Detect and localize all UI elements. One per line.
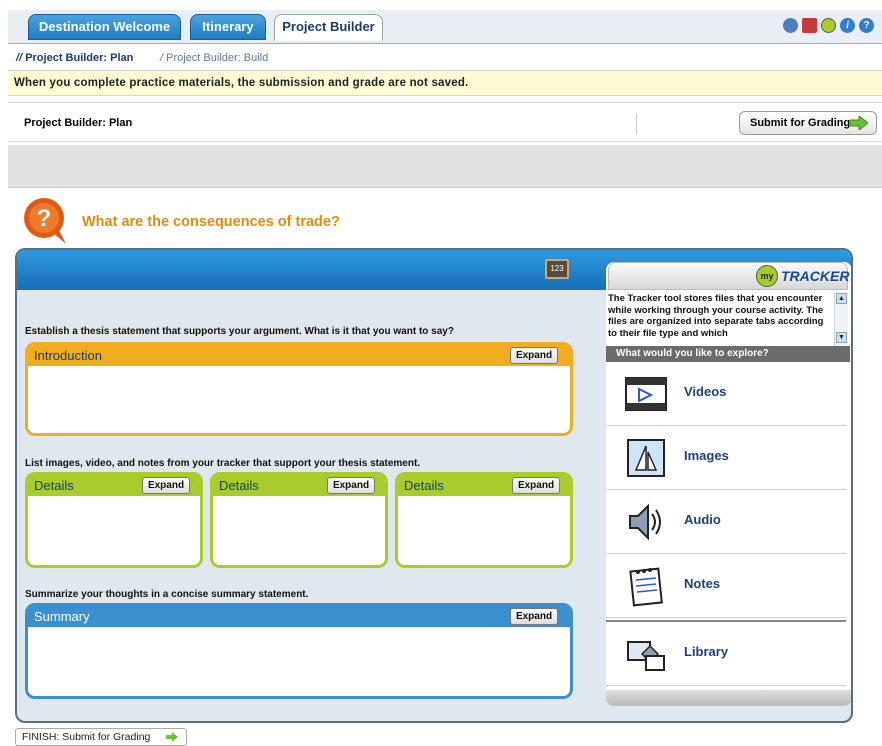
details-field-2[interactable]	[213, 496, 385, 565]
slash-icon: /	[160, 52, 164, 64]
expand-summary-button[interactable]: Expand	[510, 608, 558, 625]
subnav-build[interactable]: / Project Builder: Build	[160, 52, 268, 64]
arrow-right-icon	[166, 732, 178, 742]
tab-destination-welcome[interactable]: Destination Welcome	[28, 14, 181, 40]
summary-instruction: Summarize your thoughts in a concise sum…	[25, 589, 309, 600]
details-box-1: Details Expand	[25, 472, 203, 568]
tracker-title: TRACKER	[781, 268, 850, 284]
summary-box: Summary Expand	[25, 603, 573, 699]
project-builder-panel: 123 Establish a thesis statement that su…	[15, 248, 853, 723]
subnav-plan-label: Project Builder: Plan	[25, 52, 134, 64]
audio-icon	[629, 503, 661, 541]
plan-title: Project Builder: Plan	[24, 117, 133, 129]
details-label-2: Details	[219, 478, 259, 493]
my-badge-icon: my	[756, 265, 778, 287]
details-field-1[interactable]	[28, 496, 200, 565]
question-title: What are the consequences of trade?	[82, 214, 340, 230]
book-icon[interactable]	[802, 18, 817, 33]
introduction-field[interactable]	[28, 366, 570, 433]
svg-text:?: ?	[37, 205, 52, 232]
introduction-header: Introduction	[28, 345, 570, 366]
arrow-right-icon	[850, 116, 868, 130]
slash-icon: //	[16, 52, 23, 64]
people-icon[interactable]	[783, 18, 798, 33]
tracker-item-label: Library	[684, 644, 729, 659]
video-icon	[625, 377, 667, 411]
thesis-instruction: Establish a thesis statement that suppor…	[25, 326, 454, 337]
tracker-item-images[interactable]: Images	[606, 426, 846, 490]
tracker-item-label: Videos	[684, 384, 727, 399]
submit-for-grading-button[interactable]: Submit for Grading	[739, 111, 877, 135]
notes-icon	[629, 567, 663, 607]
info-icon[interactable]: i	[840, 18, 855, 33]
tracker-item-videos[interactable]: Videos	[606, 362, 846, 426]
practice-notice: When you complete practice materials, th…	[8, 71, 882, 96]
expand-details-2-button[interactable]: Expand	[327, 477, 375, 494]
introduction-box: Introduction Expand	[25, 342, 573, 436]
finish-submit-button[interactable]: FINISH: Submit for Grading	[15, 728, 187, 746]
details-field-3[interactable]	[398, 496, 570, 565]
finish-label: FINISH: Submit for Grading	[22, 731, 151, 743]
tracker-footer	[606, 690, 851, 706]
tracker-panel: my TRACKER The Tracker tool stores files…	[606, 262, 851, 706]
help-icon[interactable]: ?	[859, 18, 874, 33]
details-instruction: List images, video, and notes from your …	[25, 458, 421, 469]
summary-field[interactable]	[28, 627, 570, 696]
expand-details-1-button[interactable]: Expand	[142, 477, 190, 494]
subnav-build-label: Project Builder: Build	[166, 52, 269, 64]
tab-project-builder[interactable]: Project Builder	[274, 14, 383, 41]
expand-introduction-button[interactable]: Expand	[510, 347, 558, 364]
tracker-item-label: Notes	[684, 576, 721, 591]
details-label-3: Details	[404, 478, 444, 493]
summary-header: Summary	[28, 606, 570, 627]
tracker-item-library[interactable]: Library	[606, 620, 846, 686]
tracker-item-label: Images	[684, 448, 729, 463]
details-box-3: Details Expand	[395, 472, 573, 568]
submit-label: Submit for Grading	[750, 117, 851, 129]
subnav-plan[interactable]: // Project Builder: Plan	[16, 52, 133, 64]
tracker-scrollbar[interactable]: ▲ ▼	[834, 292, 848, 346]
summary-label: Summary	[34, 609, 90, 624]
tracker-header: my TRACKER	[608, 262, 850, 290]
plan-toolbar: Project Builder: Plan Submit for Grading	[8, 102, 882, 142]
library-icon	[627, 641, 665, 671]
question-icon: ?	[24, 198, 66, 244]
scroll-up-icon[interactable]: ▲	[836, 293, 847, 304]
scroll-down-icon[interactable]: ▼	[836, 332, 847, 343]
explore-heading: What would you like to explore?	[606, 346, 850, 362]
tab-itinerary[interactable]: Itinerary	[190, 14, 266, 40]
tracker-item-audio[interactable]: Audio	[606, 490, 846, 554]
tab-bar: Destination Welcome Itinerary Project Bu…	[8, 10, 882, 44]
my-icon[interactable]	[821, 18, 836, 33]
details-box-2: Details Expand	[210, 472, 388, 568]
image-icon	[627, 439, 665, 477]
tracker-item-label: Audio	[684, 512, 721, 527]
calculator-icon[interactable]: 123	[545, 259, 569, 279]
tracker-description: The Tracker tool stores files that you e…	[608, 293, 824, 339]
details-label-1: Details	[34, 478, 74, 493]
tracker-item-notes[interactable]: Notes	[606, 554, 846, 618]
subnav: // Project Builder: Plan / Project Build…	[8, 45, 882, 71]
expand-details-3-button[interactable]: Expand	[512, 477, 560, 494]
introduction-label: Introduction	[34, 348, 102, 363]
gray-toolbar	[8, 145, 882, 188]
toolbar-divider	[636, 113, 637, 135]
